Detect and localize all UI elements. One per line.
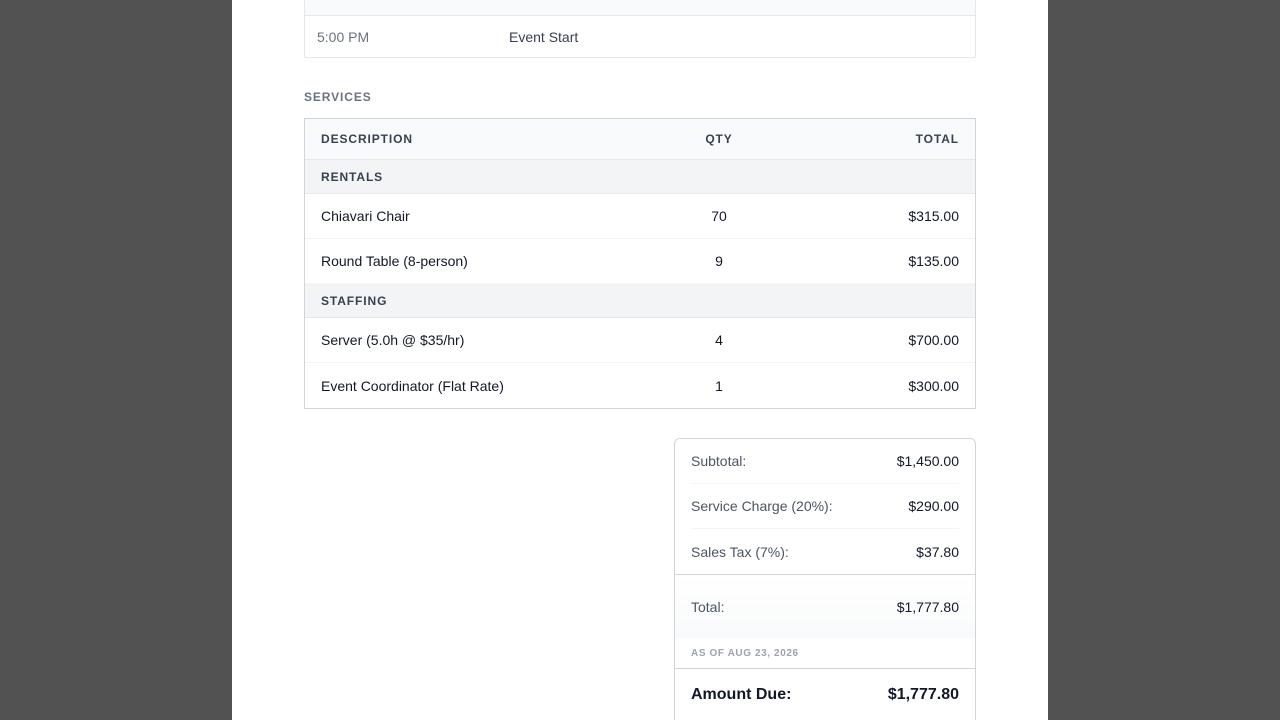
total-value: $1,777.80 — [896, 598, 959, 615]
sales-tax-label: Sales Tax (7%): — [691, 543, 789, 560]
subtotal-value: $1,450.00 — [896, 453, 959, 469]
services-table-header: DESCRIPTION QTY TOTAL — [305, 119, 975, 160]
item-total: $300.00 — [908, 377, 959, 394]
service-charge-value: $290.00 — [908, 498, 959, 514]
sales-tax-row: Sales Tax (7%): $37.80 — [691, 529, 959, 574]
total-row: Total: $1,777.80 — [675, 574, 975, 638]
item-description: Event Coordinator (Flat Rate) — [321, 377, 504, 394]
item-description: Round Table (8-person) — [321, 253, 468, 269]
item-total: $315.00 — [908, 208, 959, 224]
timeline-time: 5:00 PM — [317, 28, 370, 45]
service-charge-row: Service Charge (20%): $290.00 — [691, 484, 959, 529]
sales-tax-value: $37.80 — [916, 543, 959, 560]
item-description: Server (5.0h @ $35/hr) — [321, 332, 465, 348]
item-qty: 4 — [715, 332, 723, 348]
column-header-description: DESCRIPTION — [321, 132, 413, 146]
group-header-rentals: RENTALS — [305, 160, 975, 194]
summary-lines: Subtotal: $1,450.00 Service Charge (20%)… — [675, 439, 975, 574]
timeline-table: 5:00 PM Event Start — [304, 0, 976, 58]
service-charge-label: Service Charge (20%): — [691, 498, 833, 514]
amount-due-row: Amount Due: $1,777.80 — [675, 668, 975, 720]
item-description: Chiavari Chair — [321, 208, 410, 224]
item-total: $700.00 — [908, 332, 959, 348]
timeline-row — [305, 0, 975, 16]
group-header-staffing: STAFFING — [305, 284, 975, 318]
item-total: $135.00 — [908, 253, 959, 269]
subtotal-row: Subtotal: $1,450.00 — [691, 439, 959, 484]
services-section-title: SERVICES — [304, 90, 372, 104]
subtotal-label: Subtotal: — [691, 453, 747, 469]
invoice-page: 5:00 PM Event Start SERVICES DESCRIPTION… — [232, 0, 1048, 720]
amount-due-value: $1,777.80 — [887, 685, 959, 703]
timeline-row: 5:00 PM Event Start — [305, 16, 975, 57]
timeline-label: Event Start — [509, 28, 579, 45]
item-qty: 1 — [715, 377, 723, 394]
totals-summary: Subtotal: $1,450.00 Service Charge (20%)… — [674, 438, 976, 720]
item-qty: 9 — [715, 253, 723, 269]
column-header-total: TOTAL — [915, 132, 959, 146]
column-header-qty: QTY — [705, 132, 733, 146]
table-row: Round Table (8-person) 9 $135.00 — [305, 239, 975, 284]
item-qty: 70 — [711, 208, 727, 224]
total-label: Total: — [691, 598, 725, 615]
table-row: Event Coordinator (Flat Rate) 1 $300.00 — [305, 363, 975, 408]
services-table: DESCRIPTION QTY TOTAL RENTALS Chiavari C… — [304, 118, 976, 409]
group-name: RENTALS — [321, 169, 384, 184]
amount-due-label: Amount Due: — [691, 685, 792, 703]
as-of-date: AS OF AUG 23, 2026 — [691, 648, 799, 659]
table-row: Chiavari Chair 70 $315.00 — [305, 194, 975, 239]
group-name: STAFFING — [321, 293, 388, 308]
table-row: Server (5.0h @ $35/hr) 4 $700.00 — [305, 318, 975, 363]
